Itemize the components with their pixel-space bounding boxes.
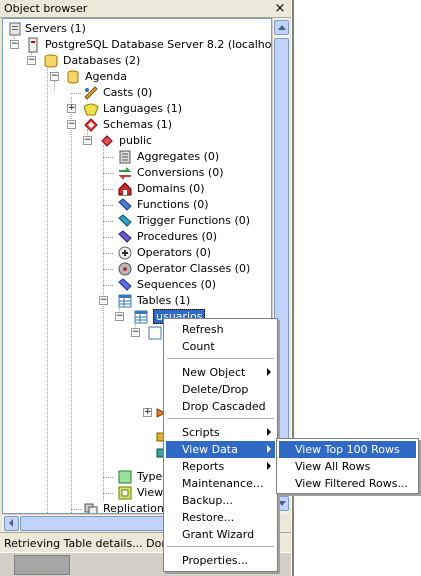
types-icon — [117, 469, 133, 485]
menu-item-maintenance[interactable]: Maintenance... — [166, 475, 275, 492]
status-text: Retrieving Table details... Done. — [4, 537, 179, 550]
tree-node-aggregates[interactable]: Aggregates (0) — [3, 149, 271, 165]
menu-separator — [167, 358, 274, 359]
tree-node-constraint[interactable]: + — [3, 405, 167, 421]
menu-item-scripts[interactable]: Scripts — [166, 424, 275, 441]
tree-node-index[interactable] — [3, 429, 168, 445]
submenu-arrow-icon — [267, 368, 271, 376]
view-data-submenu: View Top 100 Rows View All Rows View Fil… — [276, 438, 419, 494]
tree-node-sequences[interactable]: Sequences (0) — [3, 277, 271, 293]
tree-node-operator-classes[interactable]: Operator Classes (0) — [3, 261, 271, 277]
menu-separator — [167, 418, 274, 419]
tree-node-server[interactable]: − PostgreSQL Database Server 8.2 (localh… — [3, 37, 271, 53]
procedures-icon — [117, 229, 133, 245]
scroll-left-button[interactable] — [4, 516, 19, 531]
trigger-functions-icon — [117, 213, 133, 229]
tree-node-languages[interactable]: + Languages (1) — [3, 101, 271, 117]
scroll-up-button[interactable] — [274, 20, 289, 35]
schema-icon — [99, 133, 115, 149]
conversions-icon — [117, 165, 133, 181]
servers-icon — [7, 21, 23, 37]
menu-item-delete-drop[interactable]: Delete/Drop — [166, 381, 275, 398]
menu-item-view-all-rows[interactable]: View All Rows — [279, 458, 416, 475]
close-button[interactable]: × — [273, 2, 287, 16]
tree-node-functions[interactable]: Functions (0) — [3, 197, 271, 213]
collapse-toggle[interactable]: − — [50, 72, 59, 81]
operator-classes-icon — [117, 261, 133, 277]
tree-node-agenda[interactable]: − Agenda — [3, 69, 271, 85]
tree-node-databases[interactable]: − Databases (2) — [3, 53, 271, 69]
collapse-toggle[interactable]: − — [115, 312, 124, 321]
tree-node-schemas[interactable]: − Schemas (1) — [3, 117, 271, 133]
menu-item-drop-cascaded[interactable]: Drop Cascaded — [166, 398, 275, 415]
views-icon — [117, 485, 133, 501]
collapse-toggle[interactable]: − — [83, 136, 92, 145]
strip-slot — [14, 555, 70, 575]
menu-item-properties[interactable]: Properties... — [166, 552, 275, 569]
expand-toggle[interactable]: + — [143, 408, 152, 417]
database-icon — [65, 69, 81, 85]
menu-item-refresh[interactable]: Refresh — [166, 321, 275, 338]
tables-icon — [117, 293, 133, 309]
menu-item-view-top-100-rows[interactable]: View Top 100 Rows — [279, 441, 416, 458]
columns-icon — [147, 325, 163, 341]
sequences-icon — [117, 277, 133, 293]
menu-item-restore[interactable]: Restore... — [166, 509, 275, 526]
tree-node-servers[interactable]: Servers (1) — [3, 21, 271, 37]
tree-node-domains[interactable]: Domains (0) — [3, 181, 271, 197]
tree-node-rule[interactable] — [3, 445, 168, 461]
domains-icon — [117, 181, 133, 197]
replication-icon — [83, 501, 99, 513]
table-icon — [133, 309, 149, 325]
languages-icon — [83, 101, 99, 117]
tree-node-casts[interactable]: Casts (0) — [3, 85, 271, 101]
aggregates-icon — [117, 149, 133, 165]
functions-icon — [117, 197, 133, 213]
submenu-arrow-icon — [267, 462, 271, 470]
expand-toggle[interactable]: + — [67, 104, 76, 113]
panel-title-bar: Object browser × — [0, 0, 291, 18]
collapse-toggle[interactable]: − — [10, 40, 19, 49]
server-icon — [25, 37, 41, 53]
submenu-arrow-icon — [267, 428, 271, 436]
tree-node-conversions[interactable]: Conversions (0) — [3, 165, 271, 181]
menu-item-view-data[interactable]: View Data — [166, 441, 275, 458]
menu-item-view-filtered-rows[interactable]: View Filtered Rows... — [279, 475, 416, 492]
operators-icon — [117, 245, 133, 261]
menu-item-reports[interactable]: Reports — [166, 458, 275, 475]
casts-icon — [83, 85, 99, 101]
collapse-toggle[interactable]: − — [67, 120, 76, 129]
menu-item-new-object[interactable]: New Object — [166, 364, 275, 381]
tree-node-operators[interactable]: Operators (0) — [3, 245, 271, 261]
tree-node-procedures[interactable]: Procedures (0) — [3, 229, 271, 245]
databases-icon — [43, 53, 59, 69]
schemas-icon — [83, 117, 99, 133]
collapse-toggle[interactable]: − — [27, 56, 36, 65]
tree-node-public[interactable]: − public — [3, 133, 271, 149]
submenu-arrow-icon — [267, 445, 271, 453]
panel-title: Object browser — [4, 2, 88, 15]
menu-separator — [167, 546, 274, 547]
menu-item-backup[interactable]: Backup... — [166, 492, 275, 509]
tree-node-tables[interactable]: − Tables (1) — [3, 293, 271, 309]
menu-item-count[interactable]: Count — [166, 338, 275, 355]
context-menu: Refresh Count New Object Delete/Drop Dro… — [163, 318, 278, 572]
tree-node-columns[interactable]: − — [3, 325, 163, 341]
collapse-toggle[interactable]: − — [99, 296, 108, 305]
tree-node-trigger-functions[interactable]: Trigger Functions (0) — [3, 213, 271, 229]
collapse-toggle[interactable]: − — [131, 328, 140, 337]
menu-item-grant-wizard[interactable]: Grant Wizard — [166, 526, 275, 543]
